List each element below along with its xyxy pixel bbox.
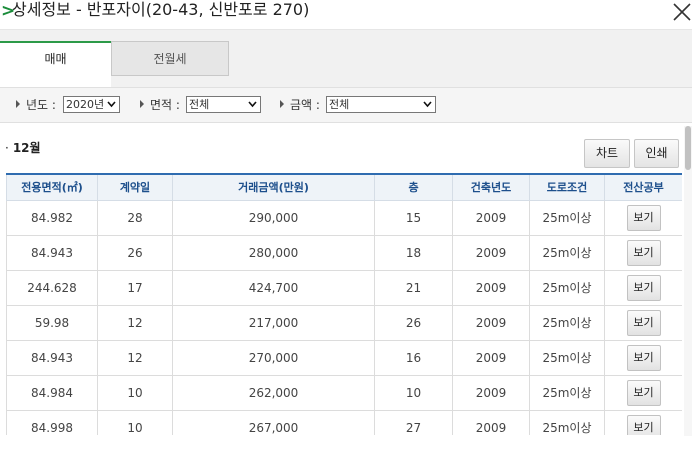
- month-heading: · 12월: [5, 141, 41, 155]
- view-button[interactable]: 보기: [626, 239, 661, 266]
- table-row: 84.943 12 270,000 16 2009 25m이상 보기: [6, 339, 682, 376]
- column-header: 전용면적(㎡): [6, 173, 98, 201]
- view-button[interactable]: 보기: [626, 379, 661, 406]
- build-year-cell: 2009: [452, 199, 530, 236]
- tab-bar: 매매 전월세: [0, 30, 692, 87]
- transactions-table-container: 전용면적(㎡) 계약일 거래금액(만원) 층 건축년도 도로조건 전산공부 84…: [6, 173, 682, 435]
- table-row: 84.998 10 267,000 27 2009 25m이상 보기: [6, 409, 682, 435]
- area-cell: 84.984: [6, 374, 98, 411]
- column-header: 거래금액(만원): [172, 173, 375, 201]
- area-cell: 59.98: [6, 304, 98, 341]
- area-filter-label: 면적 :: [140, 97, 180, 113]
- column-header: 계약일: [97, 173, 173, 201]
- contract-day-cell: 10: [97, 374, 173, 411]
- chevron-down-icon: [248, 101, 257, 108]
- price-cell: 290,000: [172, 199, 375, 236]
- table-row: 84.943 26 280,000 18 2009 25m이상 보기: [6, 234, 682, 271]
- price-cell: 270,000: [172, 339, 375, 376]
- floor-cell: 26: [374, 304, 453, 341]
- scrollbar-thumb[interactable]: [685, 126, 691, 170]
- area-cell: 84.998: [6, 409, 98, 435]
- contract-day-cell: 10: [97, 409, 173, 435]
- records-cell: 보기: [604, 199, 682, 236]
- area-cell: 244.628: [6, 269, 98, 306]
- title-bar: > 상세정보 - 반포자이(20-43, 신반포로 270): [0, 0, 692, 30]
- records-cell: 보기: [604, 304, 682, 341]
- records-cell: 보기: [604, 234, 682, 271]
- contract-day-cell: 12: [97, 304, 173, 341]
- table-row: 59.98 12 217,000 26 2009 25m이상 보기: [6, 304, 682, 341]
- records-cell: 보기: [604, 269, 682, 306]
- triangle-right-icon: [280, 100, 284, 108]
- area-cell: 84.982: [6, 199, 98, 236]
- floor-cell: 16: [374, 339, 453, 376]
- column-header: 도로조건: [529, 173, 605, 201]
- price-cell: 280,000: [172, 234, 375, 271]
- records-cell: 보기: [604, 409, 682, 435]
- floor-cell: 15: [374, 199, 453, 236]
- price-cell: 267,000: [172, 409, 375, 435]
- chevron-down-icon: [107, 101, 116, 108]
- table-header-row: 전용면적(㎡) 계약일 거래금액(만원) 층 건축년도 도로조건 전산공부: [6, 173, 682, 201]
- road-condition-cell: 25m이상: [529, 304, 605, 341]
- scrollbar[interactable]: [684, 126, 692, 436]
- road-condition-cell: 25m이상: [529, 339, 605, 376]
- build-year-cell: 2009: [452, 374, 530, 411]
- floor-cell: 18: [374, 234, 453, 271]
- road-condition-cell: 25m이상: [529, 269, 605, 306]
- year-filter-label: 년도 :: [16, 97, 56, 113]
- triangle-right-icon: [16, 100, 20, 108]
- build-year-cell: 2009: [452, 269, 530, 306]
- floor-cell: 21: [374, 269, 453, 306]
- view-button[interactable]: 보기: [626, 309, 661, 336]
- build-year-cell: 2009: [452, 304, 530, 341]
- year-select[interactable]: 2020년: [63, 96, 120, 113]
- road-condition-cell: 25m이상: [529, 409, 605, 435]
- road-condition-cell: 25m이상: [529, 234, 605, 271]
- area-cell: 84.943: [6, 339, 98, 376]
- records-cell: 보기: [604, 339, 682, 376]
- transactions-table: 전용면적(㎡) 계약일 거래금액(만원) 층 건축년도 도로조건 전산공부 84…: [6, 173, 682, 435]
- triangle-right-icon: [140, 100, 144, 108]
- column-header: 건축년도: [452, 173, 530, 201]
- view-button[interactable]: 보기: [626, 204, 661, 231]
- records-cell: 보기: [604, 374, 682, 411]
- close-icon[interactable]: [672, 2, 692, 22]
- contract-day-cell: 28: [97, 199, 173, 236]
- floor-cell: 10: [374, 374, 453, 411]
- price-cell: 217,000: [172, 304, 375, 341]
- road-condition-cell: 25m이상: [529, 374, 605, 411]
- view-button[interactable]: 보기: [626, 344, 661, 371]
- page-title: 상세정보 - 반포자이(20-43, 신반포로 270): [12, 0, 310, 19]
- view-button[interactable]: 보기: [626, 414, 661, 435]
- contract-day-cell: 12: [97, 339, 173, 376]
- table-row: 244.628 17 424,700 21 2009 25m이상 보기: [6, 269, 682, 306]
- price-filter-label: 금액 :: [280, 97, 320, 113]
- contract-day-cell: 17: [97, 269, 173, 306]
- contract-day-cell: 26: [97, 234, 173, 271]
- tab-rent[interactable]: 전월세: [111, 41, 229, 76]
- price-cell: 262,000: [172, 374, 375, 411]
- build-year-cell: 2009: [452, 339, 530, 376]
- print-button[interactable]: 인쇄: [634, 139, 679, 168]
- build-year-cell: 2009: [452, 409, 530, 435]
- area-cell: 84.943: [6, 234, 98, 271]
- tab-sale[interactable]: 매매: [0, 41, 111, 87]
- table-row: 84.982 28 290,000 15 2009 25m이상 보기: [6, 199, 682, 236]
- view-button[interactable]: 보기: [626, 274, 661, 301]
- price-select[interactable]: 전체: [326, 96, 436, 113]
- chevron-down-icon: [423, 101, 432, 108]
- column-header: 층: [374, 173, 453, 201]
- table-row: 84.984 10 262,000 10 2009 25m이상 보기: [6, 374, 682, 411]
- chart-button[interactable]: 차트: [584, 139, 630, 168]
- column-header: 전산공부: [604, 173, 682, 201]
- floor-cell: 27: [374, 409, 453, 435]
- road-condition-cell: 25m이상: [529, 199, 605, 236]
- filter-bar: 년도 : 2020년 면적 : 전체 금액 : 전체: [0, 87, 692, 123]
- area-select[interactable]: 전체: [186, 96, 261, 113]
- price-cell: 424,700: [172, 269, 375, 306]
- build-year-cell: 2009: [452, 234, 530, 271]
